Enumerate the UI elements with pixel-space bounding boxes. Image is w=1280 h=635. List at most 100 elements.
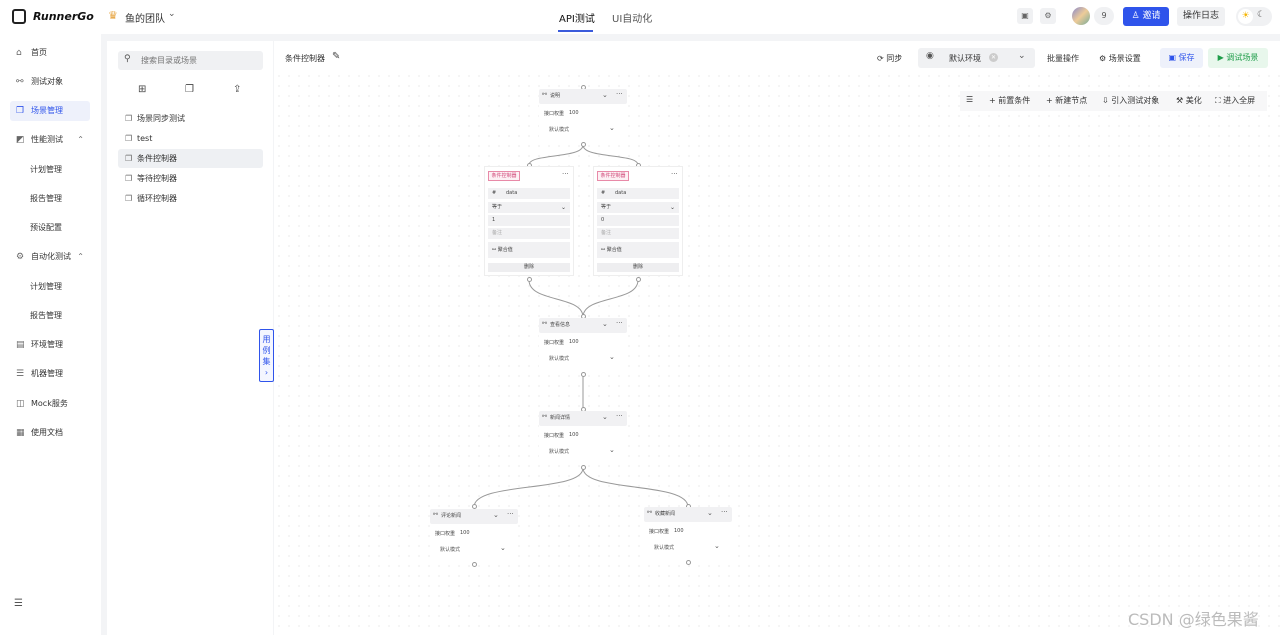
delete-button[interactable]: 删除 <box>488 263 570 272</box>
condition-tag: 条件控制器 <box>597 171 629 181</box>
sidebar-item-automation-test[interactable]: ⚙ 自动化测试 ⌃ <box>10 247 90 267</box>
chevron-down-icon[interactable]: ⌄ <box>493 511 499 519</box>
api-node[interactable]: ⚯ 说明 ⌄ ··· 接口权重 100 默认模式 ⌄ <box>539 89 627 139</box>
sidebar-item-label: 首页 <box>31 48 47 57</box>
weight-value[interactable]: 100 <box>460 530 470 536</box>
value-field[interactable]: 0 <box>597 215 679 226</box>
sidebar-item-plan-management[interactable]: 计划管理 <box>10 160 90 180</box>
member-count[interactable]: 9 <box>1094 7 1114 25</box>
scene-icon: ❐ <box>125 154 133 163</box>
weight-value[interactable]: 100 <box>569 432 579 438</box>
api-node[interactable]: ⚯ 收藏新闻 ⌄ ··· 接口权重 100 默认模式 ⌄ <box>644 507 732 557</box>
tree-item-selected[interactable]: ❐ 条件控制器 <box>118 149 263 168</box>
settings-icon[interactable]: ⚙ <box>1040 8 1056 24</box>
api-node[interactable]: ⚯ 评论新闻 ⌄ ··· 接口权重 100 默认模式 ⌄ <box>430 509 518 559</box>
new-folder-icon[interactable]: ⊞ <box>138 84 146 95</box>
node-port[interactable] <box>581 465 586 470</box>
mode-select[interactable]: 默认模式 <box>440 546 460 553</box>
case-collection-tab[interactable]: 用 例 集 › <box>259 329 274 382</box>
sidebar-item-env-management[interactable]: ▤ 环境管理 <box>10 335 90 355</box>
tree-item[interactable]: ❐ 循环控制器 <box>118 189 263 208</box>
new-scene-icon[interactable]: ❐ <box>185 84 194 95</box>
variable-field[interactable]: # data <box>597 188 679 199</box>
sidebar-item-machine-management[interactable]: ☰ 机器管理 <box>10 364 90 384</box>
case-tab-char: 用 <box>262 335 271 344</box>
more-icon[interactable]: ··· <box>616 319 623 327</box>
weight-value[interactable]: 100 <box>569 339 579 345</box>
mode-select[interactable]: 默认模式 <box>549 448 569 455</box>
edge <box>473 467 584 508</box>
tab-api-test[interactable]: API测试 <box>559 10 595 25</box>
chevron-down-icon[interactable]: ⌄ <box>168 9 176 19</box>
sidebar-item-performance-test[interactable]: ◩ 性能测试 ⌃ <box>10 130 90 150</box>
more-icon[interactable]: ··· <box>616 90 623 98</box>
remark-field[interactable]: 备注 <box>597 228 679 239</box>
mode-select[interactable]: 默认模式 <box>654 544 674 551</box>
active-tab-indicator <box>558 30 593 32</box>
tree-item[interactable]: ❐ 等待控制器 <box>118 169 263 188</box>
collapse-sidebar-icon[interactable]: ☰ <box>14 598 23 609</box>
search-box[interactable]: ⚲ <box>118 51 263 70</box>
scene-canvas[interactable]: 条件控制器 ✎ ⟳ 同步 ◉ 默认环境 ✕ ⌄ 批量操作 ⚙ 场景设置 ▣ 保存… <box>274 41 1280 635</box>
layout-icon[interactable]: ▣ <box>1017 8 1033 24</box>
more-icon[interactable]: ··· <box>562 170 569 178</box>
sidebar-item-docs[interactable]: ▦ 使用文档 <box>10 423 90 443</box>
api-node[interactable]: ⚯ 查看信息 ⌄ ··· 接口权重 100 默认模式 ⌄ <box>539 318 627 368</box>
sidebar-item-preset-config[interactable]: 预设配置 <box>10 218 90 238</box>
import-icon[interactable]: ⇪ <box>233 84 241 95</box>
sidebar-item-home[interactable]: ⌂ 首页 <box>10 43 90 63</box>
node-port[interactable] <box>686 560 691 565</box>
node-port[interactable] <box>527 277 532 282</box>
aggregate-field[interactable]: ⚯ 聚合值 <box>597 242 679 258</box>
weight-label: 接口权重 <box>544 111 565 117</box>
condition-node[interactable]: 条件控制器 ··· # data 等于 ⌄ 1 备注 ⚯ 聚合值 删除 <box>484 166 574 276</box>
more-icon[interactable]: ··· <box>616 412 623 420</box>
api-node-header: ⚯ 评论新闻 ⌄ ··· <box>430 509 518 524</box>
weight-value[interactable]: 100 <box>569 110 579 116</box>
sidebar-item-test-objects[interactable]: ⚯ 测试对象 <box>10 72 90 92</box>
case-tab-char: 集 <box>262 357 271 366</box>
more-icon[interactable]: ··· <box>507 510 514 518</box>
operation-log-button[interactable]: 操作日志 <box>1177 7 1225 26</box>
condition-node[interactable]: 条件控制器 ··· # data 等于 ⌄ 0 备注 ⚯ 聚合值 删除 <box>593 166 683 276</box>
tree-item[interactable]: ❐ 场景同步测试 <box>118 109 263 128</box>
operator-select[interactable]: 等于 ⌄ <box>488 202 570 213</box>
sidebar-item-report-management[interactable]: 报告管理 <box>10 189 90 209</box>
search-input[interactable] <box>141 53 256 68</box>
avatar[interactable] <box>1072 7 1090 25</box>
operator-select[interactable]: 等于 ⌄ <box>597 202 679 213</box>
value-field[interactable]: 1 <box>488 215 570 226</box>
sidebar-item-label: 自动化测试 <box>31 252 71 261</box>
mode-select[interactable]: 默认模式 <box>549 126 569 133</box>
sidebar-item-mock-service[interactable]: ◫ Mock服务 <box>10 394 90 414</box>
node-port[interactable] <box>472 562 477 567</box>
variable-field[interactable]: # data <box>488 188 570 199</box>
tab-ui-automation[interactable]: UI自动化 <box>612 10 652 25</box>
chevron-down-icon[interactable]: ⌄ <box>602 320 608 328</box>
invite-button[interactable]: ♙ 邀请 <box>1123 7 1169 26</box>
api-node[interactable]: ⚯ 新闻详情 ⌄ ··· 接口权重 100 默认模式 ⌄ <box>539 411 627 461</box>
aggregate-label: 聚合值 <box>497 247 513 253</box>
node-port[interactable] <box>581 372 586 377</box>
aggregate-field[interactable]: ⚯ 聚合值 <box>488 242 570 258</box>
sidebar-item-auto-plan-management[interactable]: 计划管理 <box>10 277 90 297</box>
node-port[interactable] <box>581 142 586 147</box>
chevron-down-icon: ⌄ <box>609 124 615 132</box>
weight-value[interactable]: 100 <box>674 528 684 534</box>
remark-field[interactable]: 备注 <box>488 228 570 239</box>
more-icon[interactable]: ··· <box>671 170 678 178</box>
tree-item[interactable]: ❐ test <box>118 129 263 148</box>
chevron-down-icon[interactable]: ⌄ <box>602 413 608 421</box>
team-name[interactable]: 鱼的团队 <box>125 10 165 25</box>
node-port[interactable] <box>636 277 641 282</box>
sidebar-item-auto-report-management[interactable]: 报告管理 <box>10 306 90 326</box>
mode-select[interactable]: 默认模式 <box>549 355 569 362</box>
type-icon: # <box>601 190 606 196</box>
chevron-down-icon[interactable]: ⌄ <box>707 509 713 517</box>
chevron-down-icon: ⌄ <box>560 204 566 211</box>
sidebar-item-scene-management[interactable]: ❐ 场景管理 <box>10 101 90 121</box>
more-icon[interactable]: ··· <box>721 508 728 516</box>
chevron-down-icon[interactable]: ⌄ <box>602 91 608 99</box>
delete-button[interactable]: 删除 <box>597 263 679 272</box>
theme-toggle[interactable]: ☀ ☾ <box>1236 7 1272 26</box>
